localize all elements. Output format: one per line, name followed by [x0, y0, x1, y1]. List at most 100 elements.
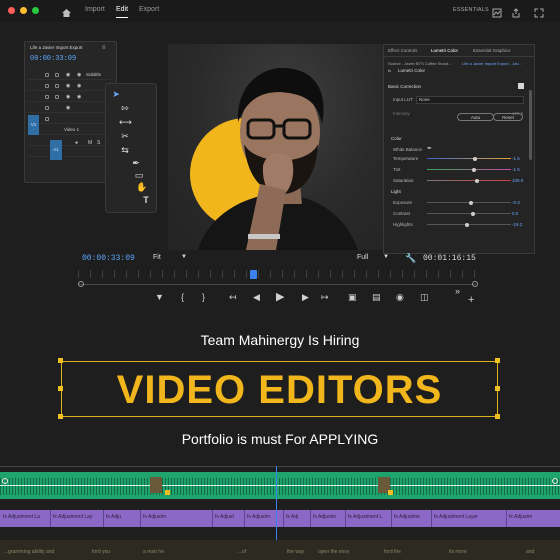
temperature-value[interactable]: -1.5 [512, 156, 520, 161]
lock-icon[interactable] [45, 117, 49, 121]
add-marker-icon[interactable]: ▼ [155, 292, 164, 302]
tab-lumetri-color[interactable]: Lumetri Color [431, 48, 458, 53]
auto-button[interactable]: Auto [457, 113, 494, 121]
adjustment-clip-label[interactable]: fx Adjustment La [3, 514, 40, 520]
more-controls-icon[interactable]: » [455, 286, 460, 296]
mic-icon[interactable]: ● [75, 140, 78, 146]
adjustment-clip-label[interactable]: fx Adjustm [313, 514, 336, 520]
mute-icon[interactable]: M [88, 140, 92, 146]
sync-lock-icon[interactable] [55, 95, 59, 99]
tab-effect-controls[interactable]: Effect Controls [388, 48, 417, 53]
contrast-slider[interactable] [427, 211, 511, 216]
temperature-knob[interactable] [472, 156, 477, 161]
quick-export-icon[interactable] [492, 5, 502, 23]
input-lut-select[interactable]: None [416, 96, 524, 104]
minimize-window-button[interactable] [20, 7, 27, 14]
share-icon[interactable] [511, 5, 521, 23]
adjustment-clip-label[interactable]: fx Adjustm [143, 514, 166, 520]
eye-icon[interactable]: ◉ [77, 94, 81, 100]
exposure-value[interactable]: -0.3 [512, 200, 520, 205]
saturation-slider[interactable] [427, 178, 511, 183]
wrench-icon[interactable]: 🔧 [405, 253, 416, 264]
effect-name[interactable]: Lumetri Color [398, 68, 425, 73]
range-end-handle[interactable] [472, 281, 478, 287]
slip-tool-icon[interactable]: ⇆ [119, 145, 131, 156]
keyframe-handle[interactable] [552, 478, 558, 484]
caption-track[interactable] [0, 540, 560, 560]
tint-value[interactable]: -1.5 [512, 167, 520, 172]
sequence-clip-label[interactable]: Life a Javier Import Export - Jav... [462, 61, 522, 66]
caption-clip-label[interactable]: its more [449, 549, 467, 555]
extract-icon[interactable]: ▤ [372, 292, 381, 303]
ripple-edit-tool-icon[interactable]: ⟷ [119, 117, 132, 128]
export-frame-icon[interactable]: ◉ [396, 292, 404, 303]
tab-edit[interactable]: Edit [116, 6, 129, 18]
highlights-knob[interactable] [465, 222, 470, 227]
caption-clip-label[interactable]: ...of [238, 549, 246, 555]
highlights-slider[interactable] [427, 222, 511, 227]
close-window-button[interactable] [8, 7, 15, 14]
clip-edge[interactable] [431, 510, 432, 527]
selection-tool-icon[interactable]: ➤ [110, 89, 122, 100]
volume-rubberband[interactable] [0, 485, 560, 486]
contrast-value[interactable]: 0.0 [512, 211, 518, 216]
adjustment-clip-label[interactable]: fx Adjust [215, 514, 234, 520]
clip-thumbnail[interactable] [150, 477, 162, 493]
pen-tool-icon[interactable]: ✒ [130, 158, 142, 169]
adjustment-clip-label[interactable]: fx Adjustm [247, 514, 270, 520]
maximize-window-button[interactable] [32, 7, 39, 14]
home-icon[interactable] [61, 5, 72, 23]
reset-button[interactable]: Reset [493, 113, 523, 121]
contrast-knob[interactable] [471, 211, 476, 216]
lock-icon[interactable] [45, 84, 49, 88]
adjustment-clip-label[interactable]: fx Adjustm [509, 514, 532, 520]
eye-icon[interactable]: ◉ [77, 72, 81, 78]
tab-export[interactable]: Export [139, 6, 159, 13]
adjustment-clip-label[interactable]: fx Adj [286, 514, 298, 520]
caption-clip-label[interactable]: ...gramming ability and [4, 549, 54, 555]
adjustment-clip-label[interactable]: fx Adjustment Layer [434, 514, 478, 520]
caption-clip-label[interactable]: and [526, 549, 534, 555]
rectangle-tool-icon[interactable]: ▭ [133, 170, 145, 181]
keyframe-handle[interactable] [2, 478, 8, 484]
caption-clip-label[interactable]: a man he [143, 549, 164, 555]
basic-correction-header[interactable]: Basic Correction [388, 84, 421, 89]
color-section-header[interactable]: Color [391, 136, 402, 141]
eye-icon[interactable]: ◉ [77, 83, 81, 89]
fullscreen-icon[interactable] [534, 5, 544, 23]
razor-tool-icon[interactable]: ✂ [119, 131, 131, 142]
playhead[interactable] [249, 270, 257, 279]
track-select-tool-icon[interactable]: ⇰ [119, 103, 131, 114]
light-section-header[interactable]: Light [391, 189, 401, 194]
lock-icon[interactable] [45, 106, 49, 110]
sequence-timecode[interactable]: 00:00:33:09 [30, 55, 76, 63]
clip-edge[interactable] [140, 510, 141, 527]
solo-icon[interactable]: S [97, 140, 100, 146]
clip-edge[interactable] [345, 510, 346, 527]
play-button[interactable]: ▶ [276, 290, 284, 303]
marker[interactable] [388, 490, 393, 495]
clip-edge[interactable] [283, 510, 284, 527]
clip-edge[interactable] [50, 510, 51, 527]
mark-in-icon[interactable]: { [181, 292, 184, 302]
adjustment-clip-label[interactable]: fx Adjustment Lay [53, 514, 92, 520]
basic-correction-checkbox[interactable] [518, 83, 524, 89]
saturation-value[interactable]: 100.0 [512, 178, 523, 183]
temperature-slider[interactable] [427, 156, 511, 161]
go-to-out-icon[interactable]: ↦ [321, 292, 329, 303]
eyedropper-icon[interactable]: ✒ [427, 145, 432, 152]
button-editor-icon[interactable]: + [468, 294, 474, 306]
saturation-knob[interactable] [475, 178, 480, 183]
clip-edge[interactable] [212, 510, 213, 527]
workspace-label[interactable]: ESSENTIALS [453, 7, 489, 13]
current-timecode[interactable]: 00:00:33:09 [82, 254, 135, 263]
tab-import[interactable]: Import [85, 6, 105, 13]
quality-select[interactable]: Full ▼ [357, 254, 391, 264]
hand-tool-icon[interactable]: ✋ [136, 182, 148, 193]
mark-out-icon[interactable]: } [202, 292, 205, 302]
track-target-v1[interactable]: V1 [28, 115, 39, 135]
exposure-knob[interactable] [468, 200, 473, 205]
caption-clip-label[interactable]: ford the [384, 549, 401, 555]
caption-clip-label[interactable]: open the envy [318, 549, 349, 555]
clip-edge[interactable] [103, 510, 104, 527]
